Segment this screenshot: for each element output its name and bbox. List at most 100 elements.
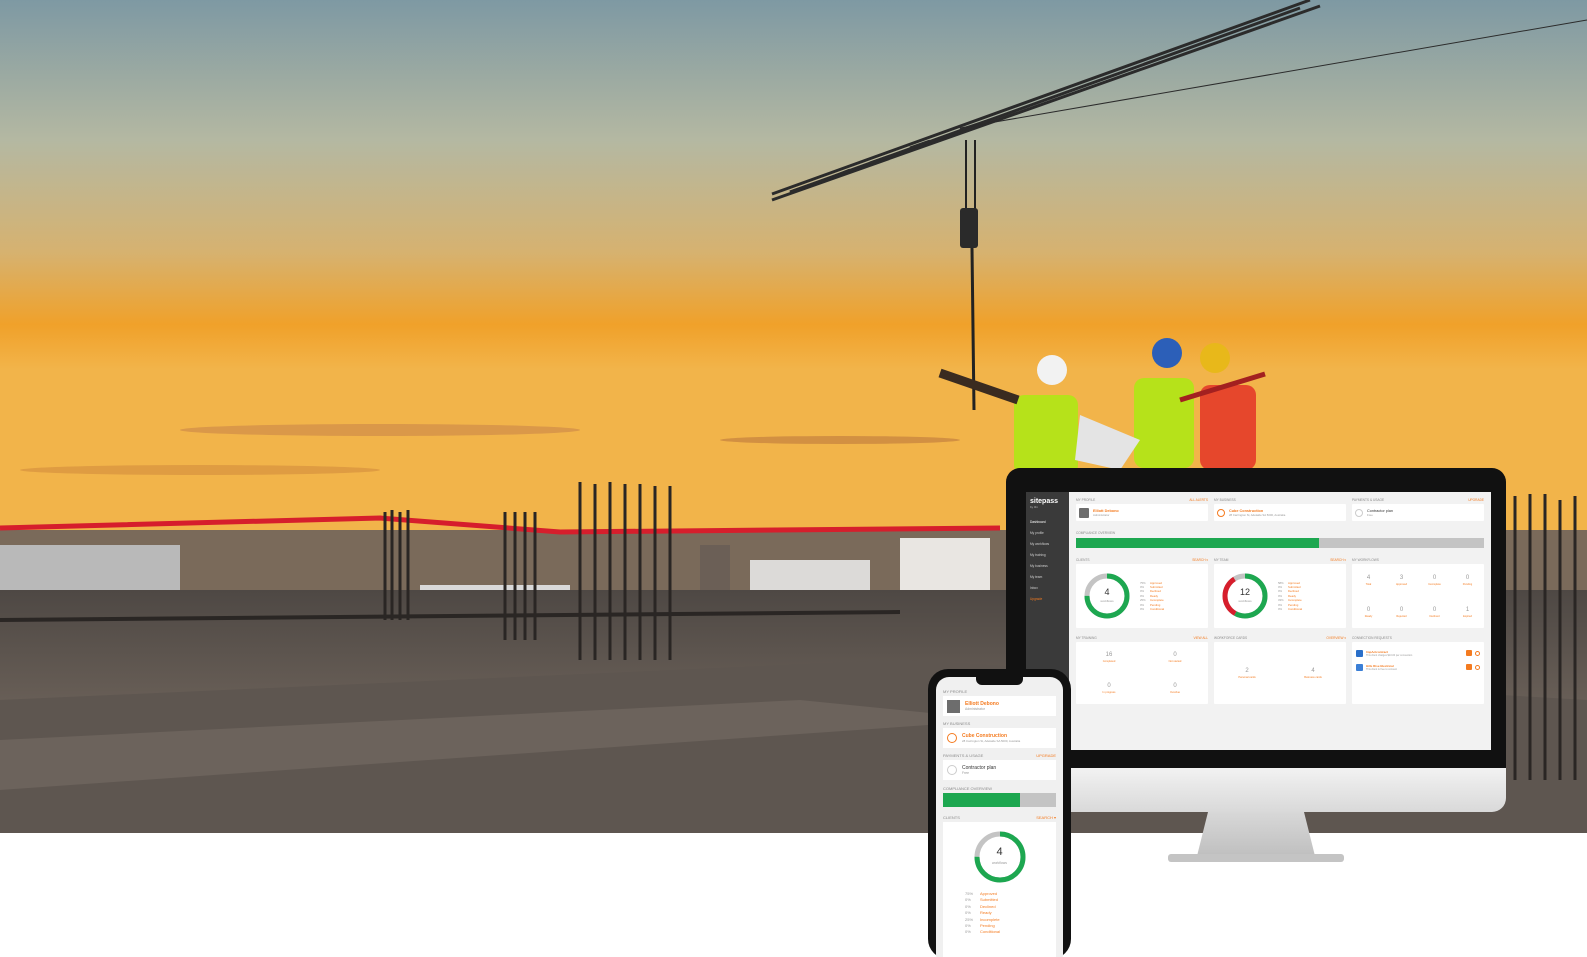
- brand-name: sitepass: [1030, 498, 1059, 505]
- monitor-stand: [1196, 812, 1316, 860]
- profile-role: Administrator: [1093, 512, 1110, 517]
- avatar: [1079, 507, 1089, 518]
- section-label: COMPLIANCE OVERVIEW: [943, 786, 993, 791]
- plan-card[interactable]: Contractor plan Free: [1352, 504, 1484, 521]
- training-stat[interactable]: 16 Completed: [1076, 642, 1142, 673]
- sidebar-item-training[interactable]: My training: [1030, 550, 1065, 561]
- compliance-progress-fill: [943, 793, 1020, 807]
- view-all-link[interactable]: View all: [1193, 636, 1208, 640]
- client-logo-icon: [1356, 649, 1363, 657]
- sidebar-item-upgrade[interactable]: Upgrade: [1030, 594, 1065, 605]
- business-address: 28 Carrington St, Adelaide SA 5000, Aust…: [1229, 512, 1286, 517]
- clients-unit: workflows: [1100, 599, 1114, 603]
- section-label: MY BUSINESS: [943, 721, 971, 726]
- section-label: PAYMENTS & USAGE: [943, 753, 984, 758]
- section-label: PAYMENTS & USAGE: [1352, 498, 1385, 502]
- decline-icon[interactable]: [1475, 650, 1480, 656]
- training-stat[interactable]: 0 Not started: [1142, 642, 1208, 673]
- all-alerts-link[interactable]: All alerts: [1189, 498, 1208, 502]
- dashboard-main: MY PROFILE All alerts Elliott Debono Admin…: [1069, 492, 1491, 750]
- business-card[interactable]: Cube Construction 28 Carrington St, Adela…: [943, 728, 1056, 748]
- clients-section: CLIENTS Search ▾ 4 workflows 75% Approved …: [943, 815, 1056, 957]
- workflow-stat[interactable]: 0 Pending: [1451, 564, 1484, 596]
- sidebar-item-business[interactable]: My business: [1030, 561, 1065, 572]
- training-stat[interactable]: 0 Overdue: [1142, 673, 1208, 704]
- sidebar-item-team[interactable]: My team: [1030, 572, 1065, 583]
- profile-name: Elliott Debono: [1093, 508, 1119, 513]
- workforce-section: WORKFORCE CARDS Overview ▾ 2 Personal card…: [1214, 636, 1346, 704]
- section-label: COMPLIANCE OVERVIEW: [1076, 531, 1116, 535]
- upgrade-link[interactable]: Upgrade: [1036, 753, 1056, 758]
- sidebar-item-workflows[interactable]: My workflows: [1030, 539, 1065, 550]
- team-count: 12: [1239, 587, 1250, 597]
- legend-item: 0% Conditional: [1140, 607, 1164, 612]
- plan-icon: [947, 765, 957, 775]
- plan-price: Free: [1367, 512, 1373, 517]
- legend-item: 0% Conditional: [965, 929, 1001, 935]
- plan-price: Free: [962, 771, 969, 775]
- clients-donut-chart: 4 workflows: [971, 828, 1029, 886]
- profile-card[interactable]: Elliott Debono Administrator: [943, 696, 1056, 716]
- training-section: MY TRAINING View all 16 Completed 0 Not sta…: [1076, 636, 1208, 704]
- workflow-stat[interactable]: 1 Expired: [1451, 596, 1484, 628]
- compliance-section: COMPLIANCE OVERVIEW: [1076, 531, 1484, 548]
- brand-tagline: by ifm: [1030, 505, 1039, 509]
- connections-section: CONNECTION REQUESTS ImpActcontract This c…: [1352, 636, 1484, 704]
- connections-card: ImpActcontract This client charges $10.00…: [1352, 642, 1484, 704]
- phone-notch: [976, 677, 1023, 685]
- sitepass-logo[interactable]: sitepass by ifm: [1030, 498, 1065, 509]
- workflow-stat[interactable]: 3 Approved: [1385, 564, 1418, 596]
- sidebar-item-dashboard[interactable]: Dashboard: [1030, 517, 1065, 528]
- workflow-stat[interactable]: 0 Ready: [1352, 596, 1385, 628]
- training-stat[interactable]: 0 In progress: [1076, 673, 1142, 704]
- clients-donut-chart: 4 workflows: [1082, 571, 1132, 621]
- profile-section: MY PROFILE All alerts Elliott Debono Admin…: [1076, 498, 1208, 521]
- business-logo-icon: [1217, 508, 1225, 517]
- section-label: CLIENTS: [943, 815, 960, 820]
- compliance-section: COMPLIANCE OVERVIEW: [943, 786, 1056, 807]
- page: sitepass by ifm Dashboard My profile My …: [0, 0, 1587, 957]
- payments-section: PAYMENTS & USAGE Upgrade Contractor plan F…: [943, 753, 1056, 780]
- profile-card[interactable]: Elliott Debono Administrator: [1076, 504, 1208, 521]
- sidebar-item-inbox[interactable]: Inbox: [1030, 583, 1065, 594]
- workforce-stat[interactable]: 2 Personal cards: [1214, 642, 1280, 704]
- monitor-foot: [1168, 854, 1344, 862]
- training-card: 16 Completed 0 Not started 0 In progress 0O…: [1076, 642, 1208, 704]
- clients-section: CLIENTS Search ▾ 4 workflows: [1076, 558, 1208, 628]
- team-donut-chart: 12 workflows: [1220, 571, 1270, 621]
- team-unit: workflows: [1238, 599, 1252, 603]
- decline-icon[interactable]: [1475, 664, 1480, 670]
- avatar: [947, 699, 960, 713]
- payments-section: PAYMENTS & USAGE Upgrade Contractor plan F…: [1352, 498, 1484, 521]
- section-label: CLIENTS: [1076, 558, 1090, 562]
- workflow-stat[interactable]: 4 Total: [1352, 564, 1385, 596]
- section-label: MY BUSINESS: [1214, 498, 1236, 502]
- accept-icon[interactable]: [1466, 650, 1472, 656]
- upgrade-link[interactable]: Upgrade: [1468, 498, 1484, 502]
- plan-card[interactable]: Contractor plan Free: [943, 760, 1056, 780]
- overview-dropdown[interactable]: Overview ▾: [1326, 636, 1346, 640]
- plan-icon: [1355, 508, 1363, 517]
- workflow-stat[interactable]: 0 Rejected: [1385, 596, 1418, 628]
- clients-unit: workflows: [992, 861, 1007, 865]
- sidebar-item-profile[interactable]: My profile: [1030, 528, 1065, 539]
- workforce-stat[interactable]: 4 Business cards: [1280, 642, 1346, 704]
- clients-search-dropdown[interactable]: Search ▾: [1192, 558, 1208, 562]
- team-search-dropdown[interactable]: Search ▾: [1330, 558, 1346, 562]
- business-card[interactable]: Cube Construction 28 Carrington St, Adela…: [1214, 504, 1346, 521]
- client-note: This client charges $10.00 per connectio…: [1366, 653, 1413, 657]
- workflow-stat[interactable]: 0 Declined: [1418, 596, 1451, 628]
- team-legend: 58% Approved 0% Submitted 0% Declined 0% Rea…: [1278, 581, 1302, 612]
- business-address: 28 Carrington St, Adelaide SA 5000, Aust…: [962, 739, 1021, 743]
- clients-search-dropdown[interactable]: Search ▾: [1036, 815, 1056, 820]
- accept-icon[interactable]: [1466, 664, 1472, 670]
- compliance-progress-fill: [1076, 538, 1319, 548]
- desktop-monitor: sitepass by ifm Dashboard My profile My …: [1006, 468, 1506, 872]
- workforce-card: 2 Personal cards 4 Business cards: [1214, 642, 1346, 704]
- business-logo-icon: [947, 733, 957, 743]
- monitor-chin: [1006, 768, 1506, 812]
- workflow-stat[interactable]: 0 Incomplete: [1418, 564, 1451, 596]
- business-section: MY BUSINESS Cube Construction 28 Carringt…: [943, 721, 1056, 748]
- legend-item: 0% Conditional: [1278, 607, 1302, 612]
- clients-count: 4: [1104, 587, 1110, 597]
